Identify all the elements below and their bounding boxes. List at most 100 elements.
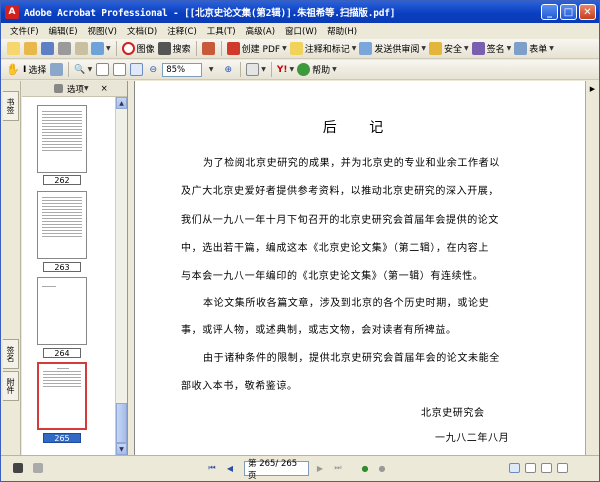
text-cursor-icon: I <box>23 64 27 75</box>
thumbnail-page-selected[interactable] <box>37 362 87 430</box>
single-page-icon[interactable] <box>509 463 520 473</box>
last-page-button[interactable]: ⏭ <box>332 462 344 474</box>
scroll-up-button[interactable]: ▲ <box>116 97 127 109</box>
menu-comments[interactable]: 注释(C) <box>162 25 202 37</box>
window-title: Adobe Acrobat Professional - [[北京史论文集(第2… <box>24 8 396 19</box>
options-menu[interactable]: 选项 <box>67 83 84 95</box>
thumbnail-label: 263 <box>43 262 81 272</box>
scroll-thumb[interactable] <box>116 403 127 443</box>
rotate-button[interactable]: ▼ <box>245 62 267 78</box>
page-size-icon[interactable] <box>33 463 43 473</box>
secure-button[interactable]: 安全 ▼ <box>428 41 470 57</box>
zoom-tool-button[interactable]: 🔍 ▼ <box>73 62 93 78</box>
delete-icon[interactable] <box>54 84 63 93</box>
menu-tools[interactable]: 工具(T) <box>202 25 241 37</box>
title-bar[interactable]: A Adobe Acrobat Professional - [[北京史论文集(… <box>1 1 599 23</box>
menu-advanced[interactable]: 高级(A) <box>241 25 280 37</box>
tab-signatures[interactable]: 签名 <box>3 339 19 369</box>
page-number-input[interactable]: 第 265/ 265 页 <box>244 459 309 481</box>
comment-markup-button[interactable]: 注释和标记 ▼ <box>289 41 358 57</box>
view-toolbar: ✋ I 选择 🔍 ▼ ⊖ 85% ▼ ⊕ ▼ Y! ▼ 帮助 ▼ <box>1 60 599 80</box>
menu-document[interactable]: 文档(D) <box>122 25 162 37</box>
email-button[interactable] <box>73 41 89 57</box>
continuous-facing-icon[interactable] <box>557 463 568 473</box>
menu-file[interactable]: 文件(F) <box>5 25 44 37</box>
zoom-out-button[interactable]: ⊖ <box>145 62 161 78</box>
panel-splitter[interactable] <box>128 81 135 455</box>
acrobat-window: A Adobe Acrobat Professional - [[北京史论文集(… <box>0 0 600 482</box>
forms-button[interactable]: 表单 ▼ <box>513 41 555 57</box>
find-button[interactable]: 搜索 <box>157 41 192 57</box>
first-page-button[interactable]: ⏮ <box>206 462 218 474</box>
workspace: 书签 签名 附件 选项 ▼ × 262 263 264 265 ▲ ▼ 后 记 … <box>1 81 599 455</box>
scroll-down-button[interactable]: ▼ <box>116 443 127 455</box>
page-icon <box>95 63 109 76</box>
document-scrollbar[interactable]: ▶ <box>585 81 599 455</box>
text-line: 与本会一九八一年编印的《北京史论文集》（第一辑）有连续性。 <box>181 271 484 282</box>
printer-icon <box>57 42 71 55</box>
form-icon <box>514 42 528 55</box>
fit-width-icon <box>129 63 143 76</box>
next-page-button[interactable]: ▶ <box>314 462 326 474</box>
scroll-up-arrow[interactable]: ▶ <box>586 85 599 93</box>
tab-bookmarks[interactable]: 书签 <box>3 91 19 121</box>
panel-close-icon[interactable]: × <box>101 84 108 94</box>
send-review-button[interactable]: 发送供审阅 ▼ <box>358 41 427 57</box>
paperclip-icon <box>91 42 104 55</box>
facing-icon[interactable] <box>541 463 552 473</box>
fit-page-icon <box>112 63 126 76</box>
tasks-button[interactable] <box>201 41 217 57</box>
main-toolbar: ▼ 图像 搜索 创建 PDF ▼ 注释和标记 ▼ 发送供审阅 ▼ 安全 ▼ 签名 ▼ 表单… <box>1 39 599 59</box>
layout-icon[interactable] <box>13 463 23 473</box>
go-forward-button[interactable]: ● <box>376 462 388 474</box>
document-view: 后 记 为了检阅北京史研究的成果，并为北京史的专业和业余工作者以 及广大北京史爱… <box>135 81 585 455</box>
zoom-dropdown[interactable]: ▼ <box>203 62 219 78</box>
panel-scrollbar[interactable]: ▲ ▼ <box>115 97 127 455</box>
panel-header: 选项 ▼ × <box>22 81 127 97</box>
open-button[interactable] <box>22 41 38 57</box>
thumbnail-page[interactable] <box>37 105 87 173</box>
text-line: 我们从一九八一年十月下旬召开的北京史研究会首届年会提供的论文 <box>181 215 499 226</box>
maximize-button[interactable]: □ <box>560 4 577 20</box>
menu-help[interactable]: 帮助(H) <box>322 25 362 37</box>
actual-size-button[interactable] <box>94 62 110 78</box>
minimize-button[interactable]: _ <box>541 4 558 20</box>
fit-width-button[interactable] <box>128 62 144 78</box>
hand-tool-button[interactable]: ✋ <box>5 62 21 78</box>
continuous-icon[interactable] <box>525 463 536 473</box>
text-line: 为了检阅北京史研究的成果，并为北京史的专业和业余工作者以 <box>203 158 500 169</box>
page-heading: 后 记 <box>322 120 398 136</box>
pen-icon <box>471 42 485 55</box>
menu-view[interactable]: 视图(V) <box>83 25 122 37</box>
thumbnail-label: 262 <box>43 175 81 185</box>
text-line: 本论文集所收各篇文章，涉及到北京的各个历史时期，或论史 <box>203 298 490 309</box>
camera-icon <box>49 63 63 76</box>
mail-icon <box>74 42 88 55</box>
plus-circle-icon: ⊕ <box>224 64 232 75</box>
go-back-button[interactable]: ● <box>359 462 371 474</box>
yahoo-button[interactable]: Y! ▼ <box>276 62 295 78</box>
thumbnail-page[interactable] <box>37 191 87 259</box>
attach-button[interactable]: ▼ <box>90 41 112 57</box>
sign-button[interactable]: 签名 ▼ <box>471 41 513 57</box>
new-doc-icon <box>6 42 20 55</box>
zoom-in-button[interactable]: ⊕ <box>220 62 236 78</box>
new-button[interactable] <box>5 41 21 57</box>
image-button[interactable]: 图像 <box>121 41 156 57</box>
menu-edit[interactable]: 编辑(E) <box>44 25 83 37</box>
create-pdf-button[interactable]: 创建 PDF ▼ <box>226 41 288 57</box>
fit-page-button[interactable] <box>111 62 127 78</box>
print-button[interactable] <box>56 41 72 57</box>
help-button[interactable]: 帮助 ▼ <box>296 62 338 78</box>
menu-window[interactable]: 窗口(W) <box>280 25 322 37</box>
tab-attachments[interactable]: 附件 <box>3 371 19 401</box>
prev-page-button[interactable]: ◀ <box>224 462 236 474</box>
select-tool-button[interactable]: I 选择 <box>22 62 47 78</box>
thumbnail-page[interactable] <box>37 277 87 345</box>
close-button[interactable]: ✕ <box>579 4 596 20</box>
snapshot-button[interactable] <box>48 62 64 78</box>
save-button[interactable] <box>39 41 55 57</box>
folder-icon <box>23 42 37 55</box>
zoom-input[interactable]: 85% <box>162 62 203 77</box>
rotate-icon <box>246 63 260 76</box>
